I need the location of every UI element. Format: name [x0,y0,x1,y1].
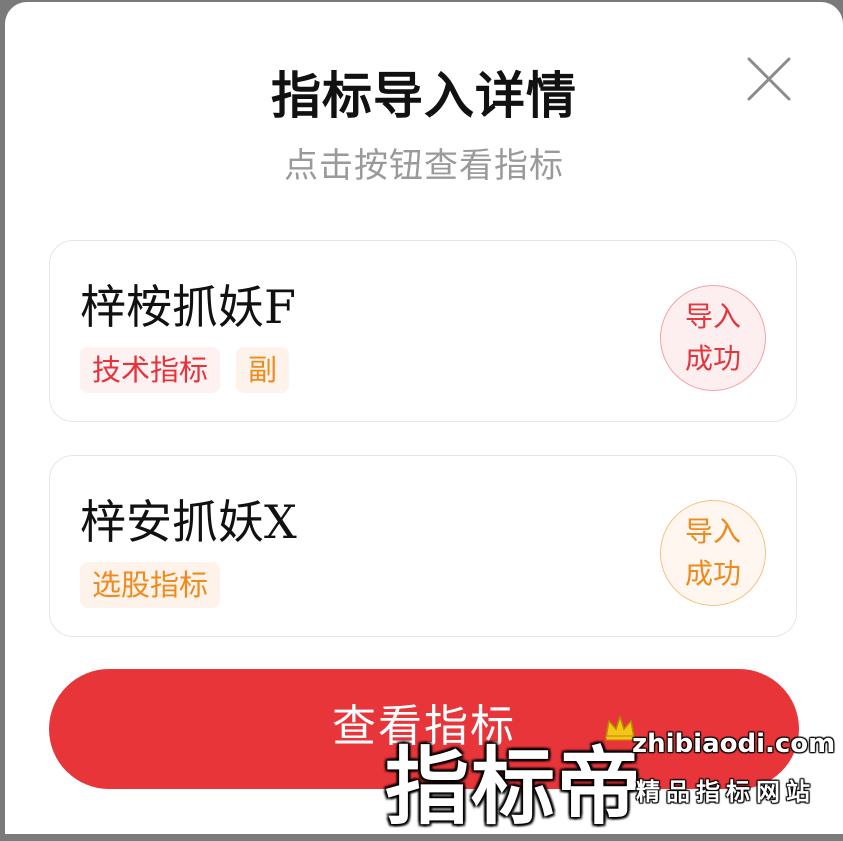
watermark-url: zhibiaodi.com [632,729,836,759]
stamp-line-1: 导入 [684,300,741,333]
indicator-tags: 选股指标 [80,562,221,608]
stamp-line-1: 导入 [684,515,741,548]
tag-technical-indicator: 技术指标 [80,347,221,393]
indicator-tags: 技术指标 副 [80,347,290,393]
indicator-card: 梓安抓妖X 选股指标 导入 成功 [49,455,797,637]
stamp-line-2: 成功 [684,342,741,375]
close-icon[interactable] [742,52,796,106]
stamp-line-2: 成功 [684,557,741,590]
indicator-name: 梓桉抓妖F [80,280,296,334]
import-success-stamp: 导入 成功 [660,285,766,391]
watermark-slogan: 精品指标网站 [636,778,816,806]
indicator-card: 梓桉抓妖F 技术指标 副 导入 成功 [49,240,797,422]
dialog-title: 指标导入详情 [271,67,577,125]
import-success-stamp: 导入 成功 [660,500,766,606]
dialog-subtitle: 点击按钮查看指标 [284,146,564,186]
import-details-dialog: 指标导入详情 点击按钮查看指标 梓桉抓妖F 技术指标 副 导入 成功 梓安抓妖X… [5,2,843,834]
tag-secondary: 副 [236,347,290,393]
tag-stock-selection-indicator: 选股指标 [80,562,221,608]
indicator-name: 梓安抓妖X [80,495,297,549]
